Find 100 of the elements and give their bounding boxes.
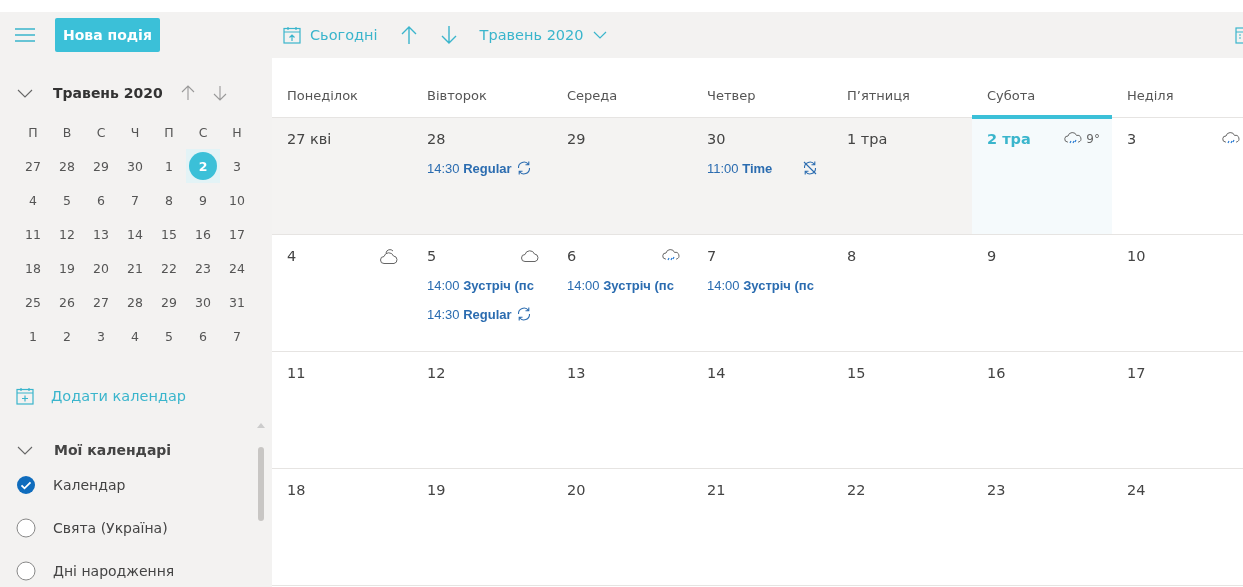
date-cell[interactable]: 1 (19, 322, 47, 350)
empty-circle-icon[interactable] (16, 517, 36, 538)
day-number: 11 (287, 365, 306, 381)
date-cell[interactable]: 25 (19, 288, 47, 316)
date-cell[interactable]: 26 (53, 288, 81, 316)
date-cell[interactable]: 1 (155, 152, 183, 180)
calendar-icon (283, 26, 301, 44)
arrow-down-icon[interactable] (439, 25, 458, 45)
month-title[interactable]: Травень 2020 (53, 85, 181, 101)
day-cell[interactable]: 2 тра 9° (972, 118, 1112, 234)
day-cell[interactable]: 30 11:00 Time (692, 118, 832, 234)
date-cell[interactable]: 3 (223, 152, 251, 180)
calendar-name[interactable]: Календар (53, 476, 126, 493)
date-cell[interactable]: 28 (121, 288, 149, 316)
weekday-label: П (27, 123, 39, 142)
weekday-label: Н (231, 123, 243, 142)
day-cell[interactable]: 1 тра (832, 118, 972, 234)
repeat-icon (515, 160, 532, 176)
calendar-name[interactable]: Свята (Україна) (53, 519, 168, 536)
checkmark-circle-icon[interactable] (16, 474, 36, 495)
day-number: 20 (567, 482, 586, 498)
day-number: 30 (707, 131, 726, 147)
day-cell[interactable]: 28 14:30 Regular (412, 118, 552, 234)
empty-circle-icon[interactable] (16, 560, 36, 581)
date-cell[interactable]: 7 (121, 186, 149, 214)
rain-cloud-icon (662, 249, 680, 263)
event-item[interactable]: 14:30 Regular (427, 304, 532, 324)
date-cell[interactable]: 17 (223, 220, 251, 248)
event-item[interactable]: 14:00 Зустріч (пс (707, 275, 814, 295)
date-cell[interactable]: 22 (155, 254, 183, 282)
date-cell[interactable]: 29 (87, 152, 115, 180)
date-cell[interactable]: 5 (53, 186, 81, 214)
date-cell[interactable]: 7 (223, 322, 251, 350)
date-cell[interactable]: 24 (223, 254, 251, 282)
date-cell[interactable]: 16 (189, 220, 217, 248)
day-number: 8 (847, 248, 857, 264)
event-item[interactable]: 14:00 Зустріч (пс (427, 275, 534, 295)
date-cell[interactable]: 2 (53, 322, 81, 350)
date-cell[interactable]: 29 (155, 288, 183, 316)
date-cell[interactable]: 14 (121, 220, 149, 248)
weekday-label: Ч (129, 123, 141, 142)
chevron-down-icon[interactable] (17, 88, 33, 98)
date-cell[interactable]: 19 (53, 254, 81, 282)
day-number: 3 (1127, 131, 1137, 147)
date-cell[interactable]: 5 (155, 322, 183, 350)
repeat-off-icon (802, 160, 819, 176)
arrow-down-icon[interactable] (213, 85, 227, 101)
date-cell[interactable]: 30 (121, 152, 149, 180)
date-cell[interactable]: 4 (121, 322, 149, 350)
date-cell[interactable]: 10 (223, 186, 251, 214)
date-cell[interactable]: 9 (189, 186, 217, 214)
date-cell[interactable]: 31 (223, 288, 251, 316)
weekday-header: Вівторок (427, 88, 487, 103)
event-item[interactable]: 11:00 Time (707, 158, 819, 178)
weekday-header: П’ятниця (847, 88, 910, 103)
weekday-header: Понеділок (287, 88, 358, 103)
date-cell[interactable]: 11 (19, 220, 47, 248)
chevron-down-icon (592, 31, 607, 39)
date-cell[interactable]: 28 (53, 152, 81, 180)
weekday-header: Середа (567, 88, 618, 103)
day-number: 13 (567, 365, 586, 381)
cloud-icon (520, 250, 540, 262)
date-cell[interactable]: 27 (19, 152, 47, 180)
event-item[interactable]: 14:30 Regular (427, 158, 532, 178)
calendar-name[interactable]: Дні народження (53, 562, 175, 579)
date-cell[interactable]: 15 (155, 220, 183, 248)
partly-cloudy-icon (380, 248, 400, 264)
calendar-add-icon (16, 387, 34, 405)
date-cell[interactable]: 18 (19, 254, 47, 282)
arrow-up-icon[interactable] (399, 25, 418, 45)
day-number: 14 (707, 365, 726, 381)
arrow-up-icon[interactable] (181, 85, 195, 101)
date-cell[interactable]: 6 (87, 186, 115, 214)
day-number: 1 тра (847, 131, 888, 147)
date-cell[interactable]: 21 (121, 254, 149, 282)
date-cell[interactable]: 27 (87, 288, 115, 316)
date-cell[interactable]: 30 (189, 288, 217, 316)
day-cell[interactable]: 27 кві (272, 118, 412, 234)
weekday-header: Неділя (1127, 88, 1174, 103)
date-cell[interactable]: 3 (87, 322, 115, 350)
day-number: 18 (287, 482, 306, 498)
day-number: 15 (847, 365, 866, 381)
date-cell[interactable]: 23 (189, 254, 217, 282)
day-number: 6 (567, 248, 577, 264)
scroll-up-icon[interactable] (257, 423, 265, 428)
day-cell[interactable]: 29 (552, 118, 692, 234)
event-item[interactable]: 14:00 Зустріч (пс (567, 275, 674, 295)
weekday-label: П (163, 123, 175, 142)
date-cell[interactable]: 20 (87, 254, 115, 282)
day-number: 5 (427, 248, 437, 264)
weekday-header: Четвер (707, 88, 756, 103)
menu-icon[interactable] (15, 28, 35, 42)
day-number: 12 (427, 365, 446, 381)
date-cell[interactable]: 6 (189, 322, 217, 350)
chevron-down-icon[interactable] (17, 445, 33, 455)
date-cell[interactable]: 4 (19, 186, 47, 214)
scrollbar[interactable] (258, 447, 264, 521)
date-cell[interactable]: 8 (155, 186, 183, 214)
date-cell[interactable]: 13 (87, 220, 115, 248)
date-cell[interactable]: 12 (53, 220, 81, 248)
